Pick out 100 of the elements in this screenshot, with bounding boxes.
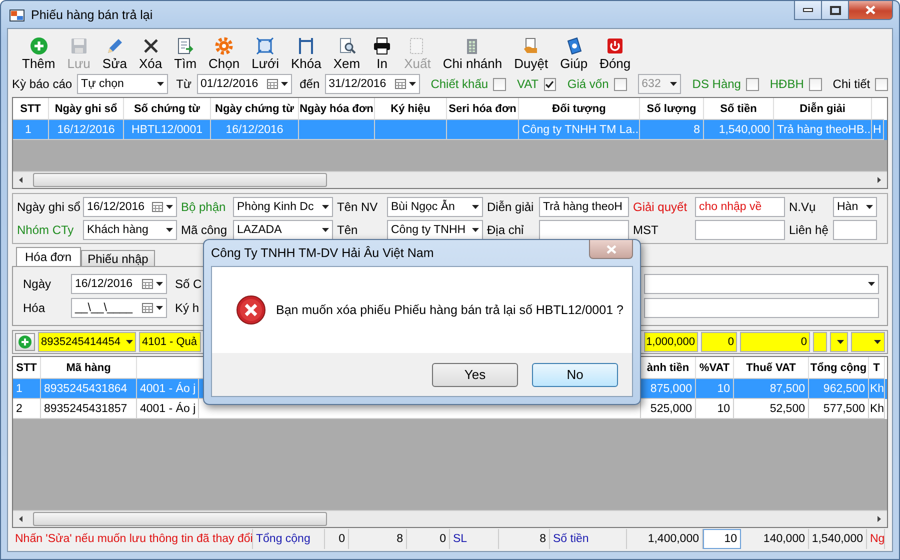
date-picker[interactable]: 01/12/2016	[196, 74, 292, 94]
caret-icon	[408, 82, 416, 86]
caret-icon	[166, 228, 173, 232]
document-arrow-icon	[175, 36, 196, 56]
text-field[interactable]: 4101 - Quả	[139, 332, 201, 352]
scroll-arrow-icon[interactable]	[875, 176, 883, 184]
combo-box[interactable]: Tự chọn	[77, 74, 168, 94]
text-field[interactable]	[644, 298, 879, 318]
close-icon	[865, 5, 876, 15]
caret-icon	[156, 306, 163, 310]
maximize-button[interactable]	[822, 1, 849, 20]
caret-icon	[670, 82, 678, 86]
text-field[interactable]: 0	[740, 332, 810, 352]
text-field[interactable]	[813, 332, 827, 352]
combo-box[interactable]: LAZADA	[233, 220, 333, 240]
calendar-icon	[142, 279, 153, 289]
text-field[interactable]: 1,000,000	[644, 332, 698, 352]
caret-icon	[868, 282, 875, 286]
caret-icon	[472, 228, 479, 232]
scrollbar-thumb[interactable]	[33, 173, 327, 187]
table-cell: 16/12/2016	[49, 120, 124, 140]
toolbar-button[interactable]: Duyệt	[508, 36, 554, 71]
field-label: Bộ phận	[181, 200, 227, 214]
checkbox[interactable]	[614, 78, 627, 90]
table-cell: 577,500	[809, 399, 869, 419]
table-cell: 4001 - Áo j	[137, 399, 199, 419]
dialog-title: Công Ty TNHH TM-DV Hải Âu Việt Nam	[211, 246, 434, 260]
horizontal-scrollbar[interactable]	[13, 510, 887, 527]
checkbox-label: Giá vốn	[567, 77, 609, 91]
text-field[interactable]	[539, 220, 629, 240]
toolbar-button[interactable]: In	[366, 36, 398, 71]
checkbox[interactable]	[808, 78, 822, 90]
field-label: Ký h	[175, 301, 200, 315]
combo-box[interactable]: Hàn	[833, 197, 877, 217]
dialog-message: Bạn muốn xóa phiếu Phiếu hàng bán trả lại số HBTL12/0001 ?	[276, 303, 624, 317]
table-cell: 1	[13, 120, 49, 140]
dialog-button[interactable]: Yes	[432, 362, 518, 386]
status-cell: Tổng cộng	[253, 529, 325, 549]
text-field[interactable]: cho nhập về	[695, 197, 785, 217]
frame-icon	[255, 36, 276, 56]
table-cell: 52,500	[734, 399, 809, 419]
scrollbar-thumb[interactable]	[33, 512, 327, 526]
combo-box[interactable]: Bùi Ngọc Ẫn	[387, 197, 483, 217]
toolbar-button[interactable]: Sửa	[96, 36, 134, 71]
checkbox[interactable]	[875, 78, 888, 90]
toolbar-button[interactable]: Giúp	[554, 36, 594, 71]
scroll-arrow-icon[interactable]	[17, 515, 25, 523]
text-field[interactable]	[695, 220, 785, 240]
checkbox-label: DS Hàng	[692, 77, 741, 91]
toolbar-button[interactable]: Chi nhánh	[436, 36, 508, 71]
calendar-icon	[266, 79, 278, 89]
date-picker[interactable]: 16/12/2016	[83, 197, 177, 217]
close-button[interactable]	[849, 1, 893, 20]
toolbar-button[interactable]: Lưới	[246, 36, 285, 71]
checkbox[interactable]	[544, 78, 556, 90]
app-icon	[9, 6, 25, 22]
toolbar-button[interactable]: Xóa	[133, 36, 168, 71]
combo-box[interactable]: 8935245414454	[38, 332, 136, 352]
text-field[interactable]: Trả hàng theoH	[539, 197, 629, 217]
toolbar-button[interactable]: Đóng	[594, 36, 637, 71]
status-cell: 8	[349, 529, 407, 549]
status-cell: 0	[407, 529, 450, 549]
close-button[interactable]	[589, 240, 633, 259]
caret-icon	[157, 82, 164, 86]
horizontal-scrollbar[interactable]	[13, 171, 887, 188]
scroll-arrow-icon[interactable]	[875, 515, 883, 523]
combo-box[interactable]: Phòng Kinh Dc	[233, 197, 333, 217]
toolbar-button[interactable]: Xem	[327, 36, 366, 71]
date-picker[interactable]: 31/12/2016	[324, 74, 420, 94]
toolbar-button[interactable]: Chọn	[202, 36, 246, 71]
printer-icon	[372, 36, 392, 56]
text-field[interactable]: 10	[703, 529, 741, 549]
checkbox-label: Chiết khấu	[430, 77, 488, 91]
field-label: Số C	[175, 277, 202, 291]
caret-icon	[166, 205, 173, 209]
date-picker[interactable]: 16/12/2016	[71, 274, 167, 294]
checkbox[interactable]	[493, 78, 506, 90]
toolbar-button[interactable]: Tìm	[168, 36, 203, 71]
table-cell: 525,000	[641, 399, 696, 419]
scroll-arrow-icon[interactable]	[17, 176, 25, 184]
tab[interactable]: Phiếu nhập	[80, 250, 156, 266]
table-cell: HBTL12/0001	[124, 120, 211, 140]
caret-icon	[866, 205, 873, 209]
text-field[interactable]	[833, 220, 877, 240]
dialog-button[interactable]: No	[532, 362, 618, 386]
table-cell: 8935245431857	[41, 399, 137, 419]
toolbar-button[interactable]: Khóa	[284, 36, 328, 71]
add-button[interactable]	[15, 333, 35, 351]
combo-box[interactable]: Công ty TNHH	[387, 220, 483, 240]
date-picker[interactable]: __\__\____	[71, 298, 167, 318]
calendar-icon	[142, 303, 153, 313]
field-label: Nhóm CTy	[17, 223, 75, 237]
minimize-button[interactable]	[794, 1, 822, 20]
checkbox[interactable]	[746, 78, 759, 90]
tab[interactable]: Hóa đơn	[16, 247, 81, 266]
text-field[interactable]: 0	[701, 332, 737, 352]
combo-box[interactable]	[830, 332, 848, 352]
toolbar-button[interactable]: Thêm	[16, 36, 62, 71]
combo-box[interactable]: Khách hàng	[83, 220, 177, 240]
status-cell: 0	[325, 529, 349, 549]
